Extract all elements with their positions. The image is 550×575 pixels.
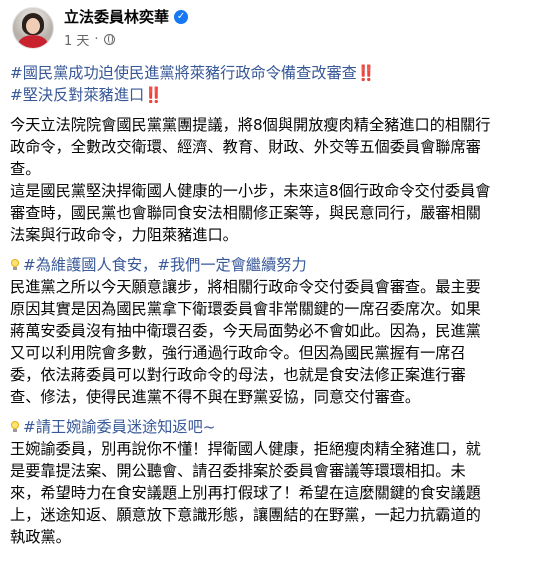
post-header: 立法委員林奕華 ✓ 1 天 ·: [12, 6, 189, 49]
lightbulb-icon: [10, 421, 20, 433]
post-meta: 立法委員林奕華 ✓ 1 天 ·: [64, 6, 189, 49]
text-line: 民進黨之所以今天願意讓步，將相關行政命令交付委員會審查。最主要: [10, 278, 481, 296]
hashtag-link[interactable]: #堅決反對萊豬進口: [10, 86, 144, 104]
double-exclamation-icon: ‼️: [356, 64, 376, 82]
author-name[interactable]: 立法委員林奕華: [64, 6, 169, 27]
hashtag-line-2: #堅決反對萊豬進口‼️: [10, 84, 544, 106]
text-line: 查。: [10, 160, 41, 178]
facebook-post: 立法委員林奕華 ✓ 1 天 · #國民黨成功迫使民進黨將萊豬行政命令備查改審查‼…: [0, 0, 550, 575]
text-line: 審查時，國民黨也會聯同食安法相關修正案等，與民意同行，嚴審相關: [10, 204, 481, 222]
hashtag-link[interactable]: #為維護國人食安，#我們一定會繼續努力: [23, 256, 307, 274]
globe-icon[interactable]: [103, 34, 115, 45]
text-line: 原因其實是因為國民黨拿下衛環委員會非常關鍵的一席召委席次。如果: [10, 300, 481, 318]
post-timestamp[interactable]: 1 天: [64, 30, 89, 49]
verified-badge-icon: ✓: [174, 9, 189, 24]
paragraph-3: 民進黨之所以今天願意讓步，將相關行政命令交付委員會審查。最主要 原因其實是因為國…: [10, 276, 544, 408]
hashtag-link[interactable]: #國民黨成功迫使民進黨將萊豬行政命令備查改審查: [10, 64, 357, 82]
section-heading-1: #為維護國人食安，#我們一定會繼續努力: [10, 254, 544, 276]
text-line: 是要靠提法案、開公聽會、請召委排案於委員會審議等環環相扣。未: [10, 462, 466, 480]
text-line: 蔣萬安委員沒有抽中衛環召委，今天局面勢必不會如此。因為，民進黨: [10, 322, 481, 340]
post-subinfo: 1 天 ·: [64, 30, 188, 49]
paragraph-2: 這是國民黨堅決捍衛國人健康的一小步，未來這8個行政命令交付委員會 審查時，國民黨…: [10, 180, 544, 246]
author-row: 立法委員林奕華 ✓: [64, 6, 189, 27]
avatar[interactable]: [12, 6, 54, 49]
text-line: 今天立法院院會國民黨黨團提議，將8個與開放瘦肉精全豬進口的相關行: [10, 116, 491, 134]
double-exclamation-icon: ‼️: [144, 86, 164, 104]
paragraph-4: 王婉諭委員，別再說你不懂！捍衛國人健康，拒絕瘦肉精全豬進口，就 是要靠提法案、開…: [10, 438, 544, 548]
hashtag-link[interactable]: #請王婉諭委員迷途知返吧~: [23, 418, 216, 436]
hashtag-line-1: #國民黨成功迫使民進黨將萊豬行政命令備查改審查‼️: [10, 62, 544, 84]
text-line: 王婉諭委員，別再說你不懂！捍衛國人健康，拒絕瘦肉精全豬進口，就: [10, 440, 481, 458]
text-line: 查、修法，使得民進黨不得不與在野黨妥協，同意交付審查。: [10, 388, 421, 406]
text-line: 委，依法蔣委員可以對行政命令的母法，也就是食安法修正案進行審: [10, 366, 466, 384]
text-line: 又可以利用院會多數，強行通過行政命令。但因為國民黨握有一席召: [10, 344, 466, 362]
separator-dot: ·: [94, 32, 99, 47]
text-line: 來，希望時力在食安議題上別再打假球了！希望在這麼關鍵的食安議題: [10, 484, 481, 502]
text-line: 執政黨。: [10, 528, 71, 546]
text-line: 上，迷途知返、願意放下意識形態，讓團結的在野黨，一起力抗霸道的: [10, 506, 481, 524]
text-line: 這是國民黨堅決捍衛國人健康的一小步，未來這8個行政命令交付委員會: [10, 182, 491, 200]
section-heading-2: #請王婉諭委員迷途知返吧~: [10, 416, 544, 438]
text-line: 法案與行政命令，力阻萊豬進口。: [10, 226, 238, 244]
text-line: 政命令，全數改交衛環、經濟、教育、財政、外交等五個委員會聯席審: [10, 138, 481, 156]
lightbulb-icon: [10, 259, 20, 271]
paragraph-1: 今天立法院院會國民黨黨團提議，將8個與開放瘦肉精全豬進口的相關行 政命令，全數改…: [10, 114, 544, 180]
post-content: #國民黨成功迫使民進黨將萊豬行政命令備查改審查‼️ #堅決反對萊豬進口‼️ 今天…: [10, 62, 544, 548]
